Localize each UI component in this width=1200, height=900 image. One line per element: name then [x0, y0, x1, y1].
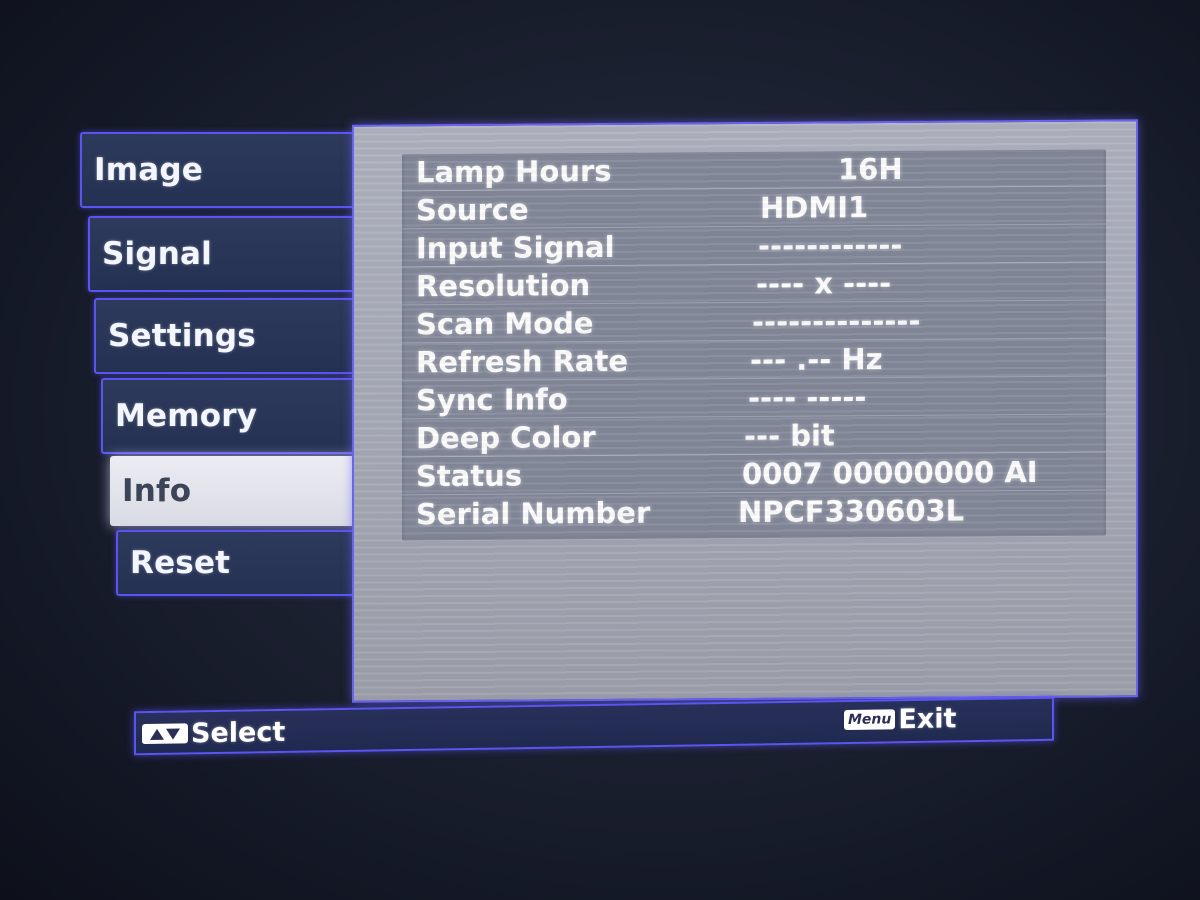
- menu-key-icon: Menu: [844, 709, 896, 731]
- tab-memory[interactable]: Memory: [101, 378, 363, 454]
- info-value: --- bit: [744, 418, 835, 454]
- info-panel: Lamp Hours 16H Source HDMI1 Input Signal…: [352, 119, 1138, 703]
- up-down-arrows-icon: [142, 723, 188, 745]
- tab-memory-label: Memory: [115, 398, 258, 434]
- exit-hint: Menu Exit: [844, 701, 956, 737]
- tab-info[interactable]: Info: [110, 456, 386, 526]
- info-value: NPCF330603L: [738, 493, 965, 530]
- tab-reset-label: Reset: [130, 545, 231, 581]
- info-value: ---- -----: [748, 380, 867, 415]
- info-label: Lamp Hours: [416, 153, 612, 190]
- down-arrow-icon: [166, 728, 180, 740]
- info-value: 0007 00000000 AI: [742, 454, 1038, 492]
- tab-image-label: Image: [94, 152, 203, 188]
- info-value: --------------: [752, 303, 921, 339]
- info-label: Deep Color: [416, 420, 596, 456]
- info-row-lamp-hours: Lamp Hours 16H: [402, 149, 1106, 192]
- info-value: --- .-- Hz: [750, 342, 883, 377]
- info-row-scan-mode: Scan Mode --------------: [402, 301, 1106, 344]
- info-table: Lamp Hours 16H Source HDMI1 Input Signal…: [402, 149, 1106, 541]
- info-row-serial-number: Serial Number NPCF330603L: [402, 491, 1106, 533]
- select-hint: Select: [142, 715, 285, 751]
- info-label: Serial Number: [416, 495, 651, 532]
- info-label: Refresh Rate: [416, 343, 629, 380]
- projector-osd-menu: Image Signal Settings Memory Info Reset …: [0, 0, 1200, 900]
- tab-image[interactable]: Image: [80, 132, 354, 208]
- info-value: 16H: [838, 151, 903, 187]
- tab-reset[interactable]: Reset: [116, 530, 370, 596]
- info-label: Status: [416, 458, 523, 494]
- info-label: Input Signal: [416, 229, 615, 266]
- info-row-deep-color: Deep Color --- bit: [402, 415, 1106, 458]
- exit-hint-label: Exit: [898, 702, 957, 735]
- info-row-refresh-rate: Refresh Rate --- .-- Hz: [402, 339, 1106, 382]
- info-value: ---- x ----: [756, 265, 892, 301]
- tab-settings[interactable]: Settings: [94, 298, 360, 374]
- tab-settings-label: Settings: [108, 318, 256, 354]
- info-row-status: Status 0007 00000000 AI: [402, 453, 1106, 496]
- info-value: ------------: [758, 227, 903, 263]
- tab-signal-label: Signal: [102, 236, 212, 272]
- info-row-input-signal: Input Signal ------------: [402, 225, 1106, 268]
- info-label: Scan Mode: [416, 306, 594, 342]
- info-label: Source: [416, 192, 529, 228]
- info-row-resolution: Resolution ---- x ----: [402, 263, 1106, 306]
- tab-info-label: Info: [122, 473, 192, 509]
- select-hint-label: Select: [191, 716, 286, 749]
- info-row-source: Source HDMI1: [402, 187, 1106, 230]
- up-arrow-icon: [150, 728, 164, 740]
- info-row-sync-info: Sync Info ---- -----: [402, 377, 1106, 420]
- info-label: Resolution: [416, 268, 591, 304]
- tab-signal[interactable]: Signal: [88, 216, 358, 292]
- info-value: HDMI1: [760, 190, 869, 225]
- hint-bar: Select Menu Exit: [134, 696, 1054, 756]
- info-label: Sync Info: [416, 382, 568, 418]
